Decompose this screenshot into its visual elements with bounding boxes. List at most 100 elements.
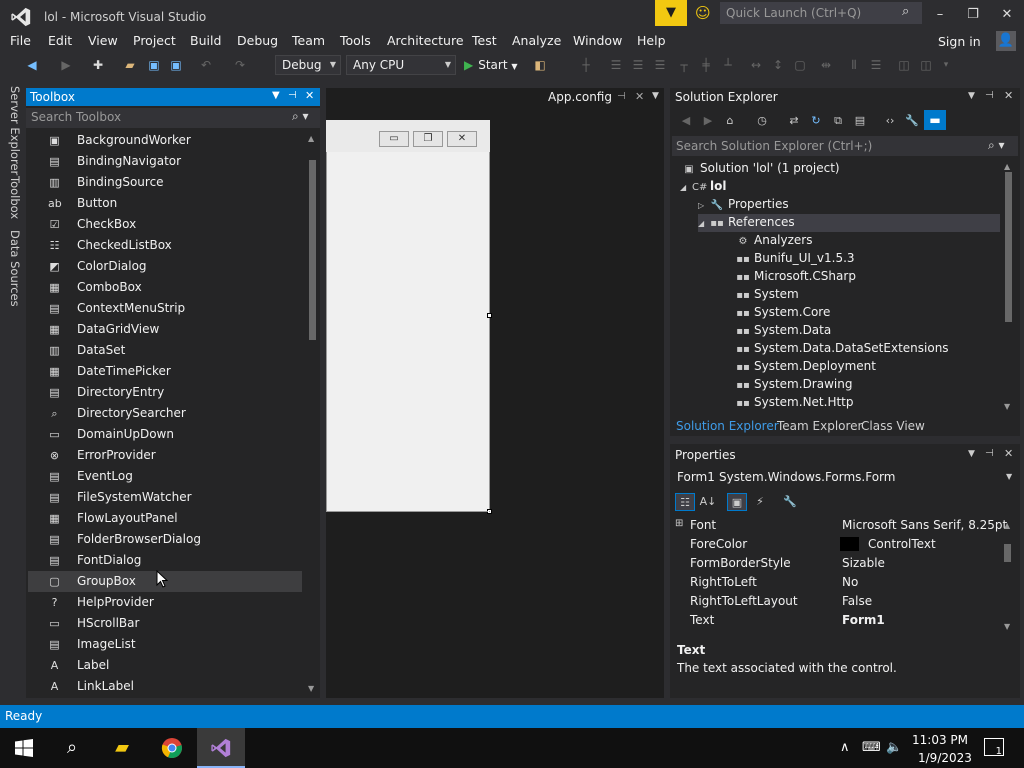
back-icon[interactable]: ◀ xyxy=(678,113,694,129)
quick-launch-input[interactable]: Quick Launch (Ctrl+Q) xyxy=(720,2,922,24)
property-value[interactable]: Microsoft Sans Serif, 8.25pt xyxy=(842,518,1007,532)
visual-studio-taskbar-icon[interactable] xyxy=(197,728,245,768)
toolbox-item[interactable]: ▥ BindingSource xyxy=(28,172,302,193)
tree-node[interactable]: ▪▪ System.Deployment xyxy=(736,358,1000,376)
pin-tab-icon[interactable]: ⊣ xyxy=(617,91,626,102)
tree-node[interactable]: ◢ ▪▪ References xyxy=(698,214,1000,232)
toolbox-item[interactable]: ? HelpProvider xyxy=(28,592,302,613)
chevron-down-icon[interactable]: ▼ xyxy=(1006,472,1012,481)
navigate-back-icon[interactable]: ◀ xyxy=(24,57,40,73)
scroll-down-icon[interactable]: ▼ xyxy=(1004,622,1010,631)
toolbox-item[interactable]: ▦ DataGridView xyxy=(28,319,302,340)
toolbox-item[interactable]: ▦ DateTimePicker xyxy=(28,361,302,382)
menu-tools[interactable]: Tools xyxy=(340,33,371,48)
toolbox-item[interactable]: ☷ CheckedListBox xyxy=(28,235,302,256)
window-position-icon[interactable]: ▼ xyxy=(968,449,975,459)
toolbox-item[interactable]: ▤ BindingNavigator xyxy=(28,151,302,172)
tab-class-view[interactable]: Class View xyxy=(861,419,925,433)
scroll-up-icon[interactable]: ▲ xyxy=(1004,162,1010,171)
pending-changes-filter-icon[interactable]: ◷ xyxy=(754,113,770,129)
alphabetical-icon[interactable]: A↓ xyxy=(698,493,718,511)
property-row[interactable]: ForeColor ControlText xyxy=(672,535,998,554)
menu-architecture[interactable]: Architecture xyxy=(387,33,464,48)
properties-view-icon[interactable]: ▣ xyxy=(727,493,747,511)
toolbox-item[interactable]: ▤ FileSystemWatcher xyxy=(28,487,302,508)
menu-build[interactable]: Build xyxy=(190,33,221,48)
minimize-button[interactable]: – xyxy=(928,6,952,24)
toolbox-item[interactable]: ▭ HScrollBar xyxy=(28,613,302,634)
show-all-files-icon[interactable]: ▤ xyxy=(852,113,868,129)
expand-arrow-icon[interactable]: ▷ xyxy=(698,201,710,210)
align-tool-icon[interactable]: ┼ xyxy=(578,57,594,73)
tab-list-dropdown-icon[interactable]: ▼ xyxy=(652,91,659,101)
solution-explorer-scroll-thumb[interactable] xyxy=(1005,172,1012,322)
toolbox-item[interactable]: ◩ ColorDialog xyxy=(28,256,302,277)
auto-hide-pin-icon[interactable]: ⊣ xyxy=(985,90,994,101)
menu-window[interactable]: Window xyxy=(573,33,622,48)
home-icon[interactable]: ⌂ xyxy=(722,113,738,129)
scroll-up-icon[interactable]: ▲ xyxy=(1004,521,1010,530)
save-icon[interactable]: ▣ xyxy=(146,57,162,73)
collapse-arrow-icon[interactable]: ◢ xyxy=(698,219,710,228)
close-icon[interactable]: ✕ xyxy=(1004,447,1013,460)
align-middle-icon[interactable]: ╪ xyxy=(698,57,714,73)
tree-node[interactable]: ▣ Solution 'lol' (1 project) xyxy=(682,160,1000,178)
align-top-icon[interactable]: ┬ xyxy=(676,57,692,73)
tab-team-explorer[interactable]: Team Explorer xyxy=(777,419,863,433)
window-position-icon[interactable]: ▼ xyxy=(272,90,280,101)
property-row[interactable]: Text Form1 xyxy=(672,611,998,630)
side-tab-toolbox[interactable]: Toolbox xyxy=(8,176,22,219)
toolbox-item[interactable]: ▥ DataSet xyxy=(28,340,302,361)
menu-view[interactable]: View xyxy=(88,33,118,48)
make-same-size-icon[interactable]: ▢ xyxy=(792,57,808,73)
windows-start-icon[interactable] xyxy=(0,728,48,768)
forward-icon[interactable]: ▶ xyxy=(700,113,716,129)
toolbox-item[interactable]: ▤ FolderBrowserDialog xyxy=(28,529,302,550)
tree-node[interactable]: ▪▪ System.Drawing xyxy=(736,376,1000,394)
clock-date[interactable]: 1/9/2023 xyxy=(918,751,972,765)
scroll-down-icon[interactable]: ▼ xyxy=(308,684,314,693)
align-left-icon[interactable]: ☰ xyxy=(608,57,624,73)
browser-link-icon[interactable]: ◧ xyxy=(532,57,548,73)
events-lightning-icon[interactable]: ⚡ xyxy=(750,493,770,511)
tree-node[interactable]: ▪▪ System.Data xyxy=(736,322,1000,340)
property-value[interactable]: ControlText xyxy=(868,537,936,551)
property-row[interactable]: FormBorderStyle Sizable xyxy=(672,554,998,573)
taskbar-search-icon[interactable]: ⌕ xyxy=(48,728,96,768)
property-row[interactable]: RightToLeftLayout False xyxy=(672,592,998,611)
menu-team[interactable]: Team xyxy=(292,33,325,48)
tree-node[interactable]: ▪▪ System.Data.DataSetExtensions xyxy=(736,340,1000,358)
center-vertically-icon[interactable]: ☰ xyxy=(868,57,884,73)
make-same-width-icon[interactable]: ↔ xyxy=(748,57,764,73)
send-to-back-icon[interactable]: ◫ xyxy=(918,57,934,73)
menu-edit[interactable]: Edit xyxy=(48,33,72,48)
search-icon[interactable]: ⌕ xyxy=(902,4,909,19)
toolbox-item[interactable]: ▦ ComboBox xyxy=(28,277,302,298)
property-value[interactable]: Form1 xyxy=(842,613,885,627)
close-icon[interactable]: ✕ xyxy=(305,89,314,102)
side-tab-server-explorer[interactable]: Server Explorer xyxy=(8,86,22,175)
resize-handle-right[interactable] xyxy=(487,313,492,318)
solution-platform-select[interactable]: Any CPU ▼ xyxy=(346,55,456,75)
tree-node[interactable]: ▷ 🔧 Properties xyxy=(698,196,1000,214)
toolbox-item[interactable]: ▤ ImageList xyxy=(28,634,302,655)
redo-icon[interactable]: ↷ xyxy=(232,57,248,73)
collapse-arrow-icon[interactable]: ◢ xyxy=(680,183,692,192)
toolbox-item[interactable]: ▦ FlowLayoutPanel xyxy=(28,508,302,529)
window-position-icon[interactable]: ▼ xyxy=(968,91,975,101)
menu-analyze[interactable]: Analyze xyxy=(512,33,561,48)
properties-wrench-icon[interactable]: 🔧 xyxy=(904,113,920,129)
toolbox-item[interactable]: ⌕ DirectorySearcher xyxy=(28,403,302,424)
save-all-icon[interactable]: ▣ xyxy=(168,57,184,73)
refresh-icon[interactable]: ↻ xyxy=(808,113,824,129)
new-project-icon[interactable]: ✚ xyxy=(90,57,106,73)
toolbox-item[interactable]: ▤ ContextMenuStrip xyxy=(28,298,302,319)
tree-node[interactable]: ▪▪ System.Core xyxy=(736,304,1000,322)
tree-node[interactable]: ▪▪ Bunifu_UI_v1.5.3 xyxy=(736,250,1000,268)
solution-configuration-select[interactable]: Debug ▼ xyxy=(275,55,341,75)
view-code-icon[interactable]: ‹› xyxy=(882,113,898,129)
menu-help[interactable]: Help xyxy=(637,33,666,48)
close-icon[interactable]: ✕ xyxy=(1004,89,1013,102)
scroll-up-icon[interactable]: ▲ xyxy=(308,134,314,143)
menu-project[interactable]: Project xyxy=(133,33,176,48)
